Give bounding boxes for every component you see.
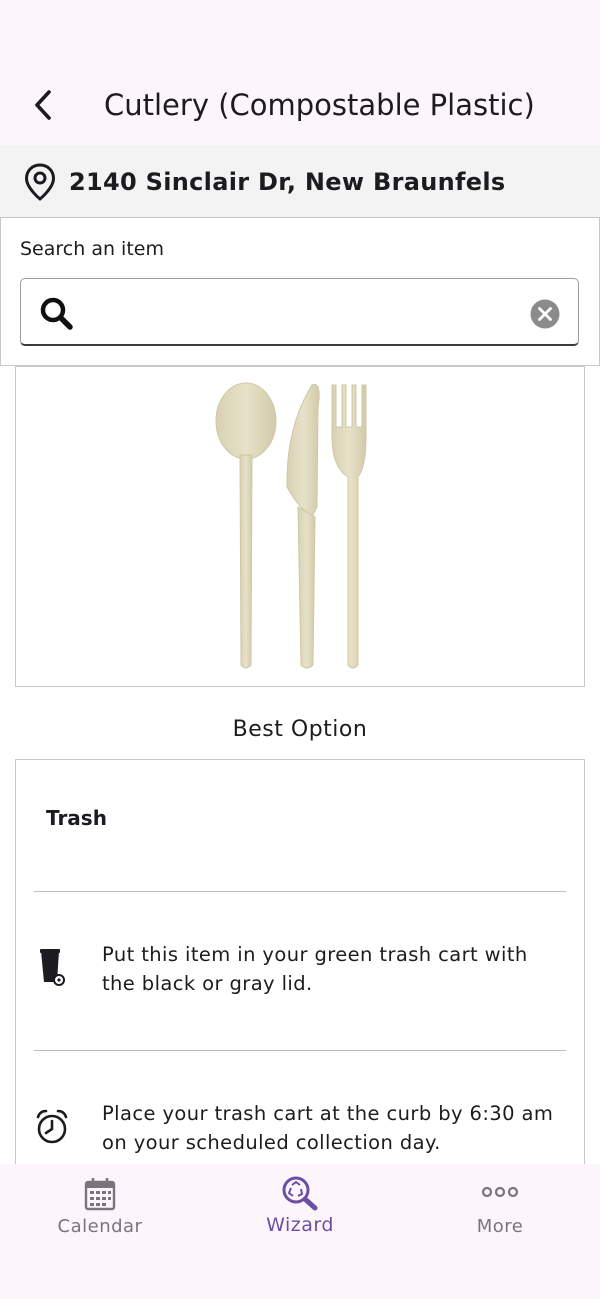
- nav-label-calendar: Calendar: [57, 1216, 143, 1237]
- instruction-text: Put this item in your green trash cart w…: [102, 943, 528, 995]
- nav-item-wizard[interactable]: Wizard: [200, 1164, 400, 1299]
- search-label: Search an item: [20, 238, 164, 260]
- trash-cart-icon: [40, 949, 65, 986]
- option-title: Trash: [46, 806, 107, 830]
- map-pin-icon: [24, 163, 56, 201]
- nav-item-calendar[interactable]: Calendar: [0, 1164, 200, 1299]
- best-option-heading: Best Option: [232, 717, 368, 742]
- search-input[interactable]: [89, 291, 513, 333]
- nav-label-more: More: [476, 1216, 524, 1237]
- chevron-left-icon: [35, 90, 51, 120]
- divider: [34, 1050, 566, 1051]
- page-title: Cutlery (Compostable Plastic): [104, 88, 535, 122]
- bottom-navigation: Calendar Wizard More: [0, 1164, 600, 1299]
- divider: [34, 891, 566, 892]
- nav-label-wizard: Wizard: [266, 1214, 334, 1236]
- address-text: 2140 Sinclair Dr, New Braunfels: [69, 168, 506, 196]
- back-button[interactable]: [26, 86, 60, 124]
- disposal-option-card: Trash Put this item in your green trash …: [15, 759, 585, 1221]
- alarm-clock-icon: [36, 1109, 68, 1144]
- recycle-search-icon: [282, 1176, 318, 1211]
- item-image-card: [15, 366, 585, 687]
- clear-search-icon[interactable]: [530, 299, 560, 329]
- nav-item-more[interactable]: More: [400, 1164, 600, 1299]
- cutlery-image: [215, 382, 367, 669]
- search-icon: [40, 297, 73, 330]
- search-section: Search an item: [0, 217, 600, 366]
- more-dots-icon: [482, 1186, 518, 1198]
- calendar-icon: [84, 1178, 116, 1211]
- app-header: Cutlery (Compostable Plastic): [0, 0, 600, 145]
- instruction-text: Place your trash cart at the curb by 6:3…: [102, 1102, 554, 1154]
- search-box[interactable]: [20, 278, 579, 346]
